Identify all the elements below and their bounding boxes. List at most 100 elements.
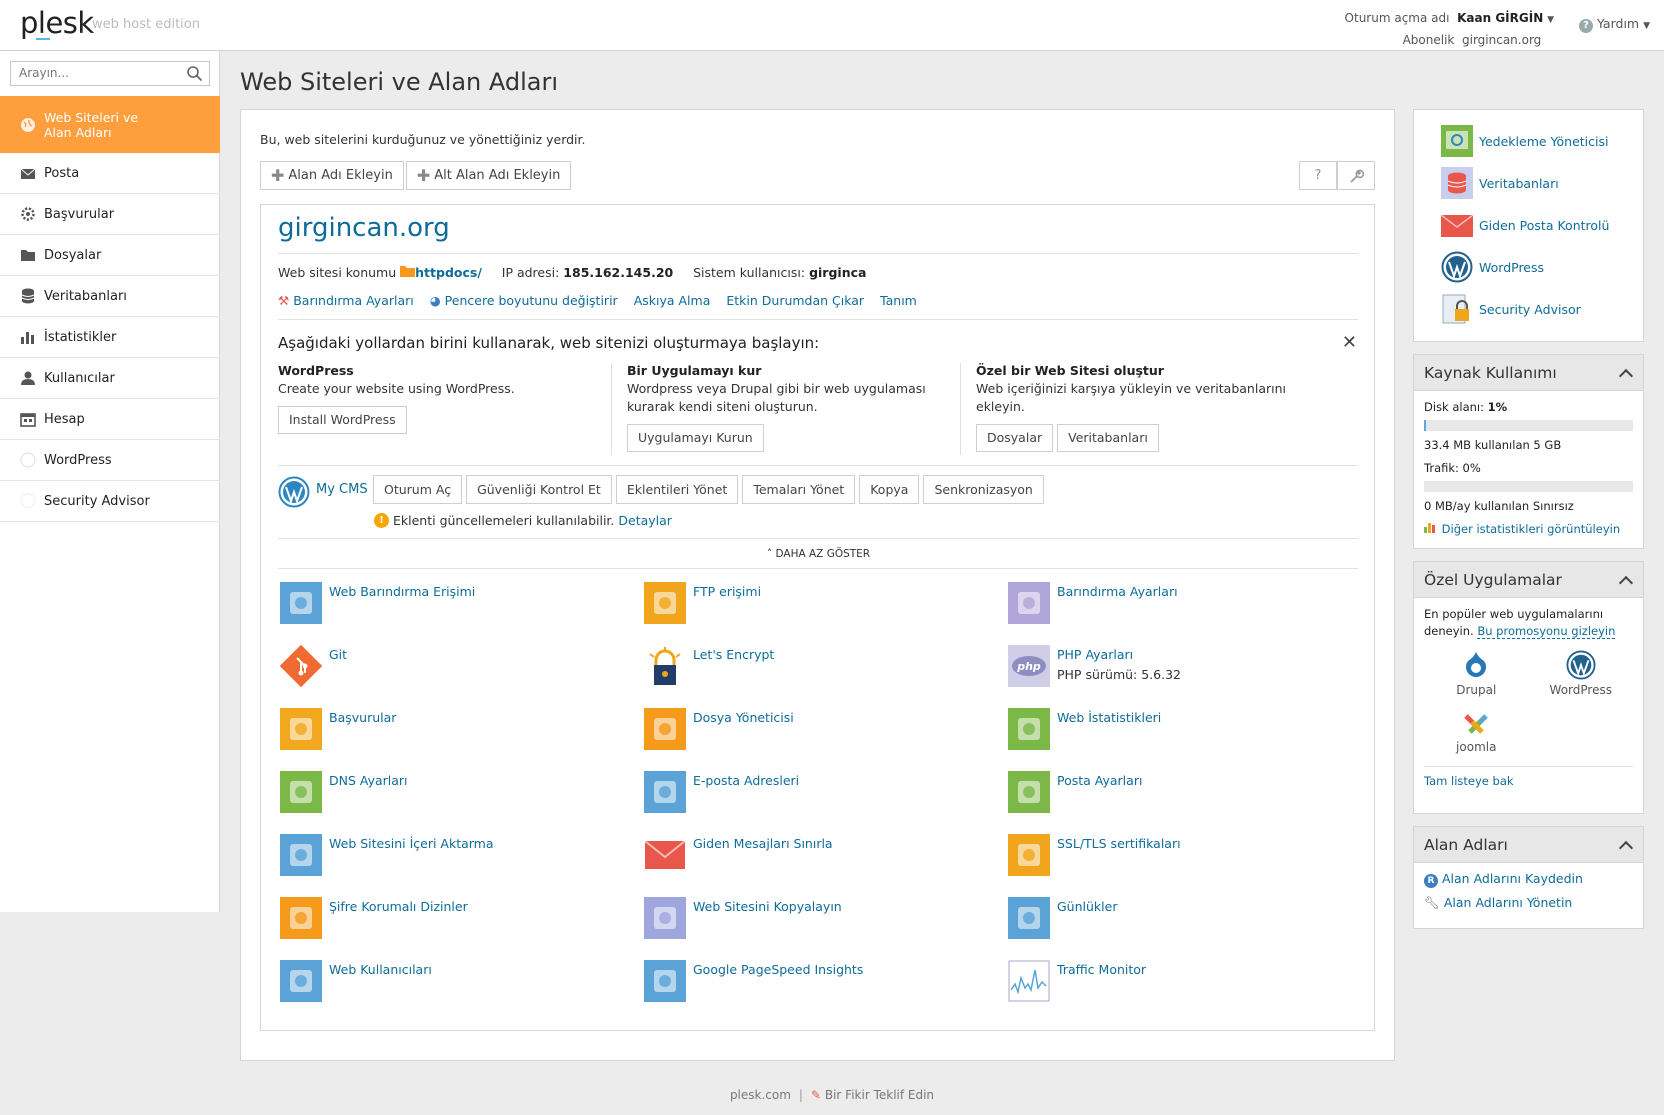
sidebar-item-mail[interactable]: Posta (0, 153, 220, 194)
sidebar-item-users[interactable]: Kullanıcılar (0, 358, 220, 399)
wp-themes-button[interactable]: Temaları Yönet (742, 475, 856, 504)
hosting-settings-link[interactable]: ⚒ Barındırma Ayarları (278, 293, 414, 308)
databases-button[interactable]: Veritabanları (1057, 424, 1159, 452)
tool-web-barındırma-erişimi[interactable]: Web Barındırma Erişimi (280, 582, 644, 645)
plesk-site-link[interactable]: plesk.com (730, 1088, 791, 1102)
panel-header[interactable]: Özel Uygulamalar (1414, 562, 1643, 598)
hide-promo-link[interactable]: Bu promosyonu gizleyin (1477, 624, 1616, 639)
description-link[interactable]: Tanım (880, 293, 917, 308)
sidebar-item-label: Kullanıcılar (44, 370, 115, 386)
add-domain-button[interactable]: ✚ Alan Adı Ekleyin (260, 161, 404, 190)
tool-web-kullanıcıları[interactable]: Web Kullanıcıları (280, 960, 644, 1023)
location-link[interactable]: httpdocs/ (415, 265, 482, 280)
full-list-link[interactable]: Tam listeye bak (1424, 774, 1514, 788)
tool-posta-ayarları[interactable]: Posta Ayarları (1008, 771, 1372, 834)
tool-web-sitesini-i-çeri-aktarma[interactable]: Web Sitesini İçeri Aktarma (280, 834, 644, 897)
tool-ssl-tls-sertifikaları[interactable]: SSL/TLS sertifikaları (1008, 834, 1372, 897)
tool-giden-mesajları-sınırla[interactable]: Giden Mesajları Sınırla (644, 834, 1008, 897)
subscription-value[interactable]: girgincan.org (1462, 30, 1554, 50)
install-wordpress-button[interactable]: Install WordPress (278, 406, 407, 434)
tool-web-i-statistikleri[interactable]: Web İstatistikleri (1008, 708, 1372, 771)
quick-link-backup[interactable]: Yedekleme Yöneticisi (1414, 120, 1643, 162)
tool-barındırma-ayarları[interactable]: Barındırma Ayarları (1008, 582, 1372, 645)
close-icon[interactable]: ✕ (1342, 332, 1357, 353)
tool-label-wrap: Web Kullanıcıları (329, 960, 432, 980)
wp-clone-button[interactable]: Kopya (859, 475, 920, 504)
search-input[interactable] (11, 62, 176, 84)
tool-başvurular[interactable]: Başvurular (280, 708, 644, 771)
plesk-logo[interactable]: plesk (20, 6, 94, 40)
app-wordpress[interactable]: WordPress (1529, 650, 1634, 699)
tool-sub: PHP sürümü: 5.6.32 (1057, 667, 1181, 682)
hosting-settings-icon (1008, 582, 1050, 624)
tool-traffic-monitor[interactable]: Traffic Monitor (1008, 960, 1372, 1023)
tool-git[interactable]: Git (279, 644, 644, 708)
tool-günlükler[interactable]: Günlükler (1008, 897, 1372, 960)
domain-name-link[interactable]: girgincan.org (278, 213, 450, 243)
quick-link-outgoing-mail[interactable]: Giden Posta Kontrolü (1414, 204, 1643, 246)
show-less-toggle[interactable]: ˄ DAHA AZ GÖSTER (261, 548, 1376, 560)
quick-link-security-advisor[interactable]: Security Advisor (1414, 288, 1643, 330)
help-menu[interactable]: ? Yardım ▼ (1579, 16, 1650, 33)
suggest-idea-link[interactable]: Bir Fikir Teklif Edin (825, 1088, 934, 1102)
website-import-icon (280, 834, 322, 876)
file-manager-icon (644, 708, 686, 750)
sidebar-item-files[interactable]: Dosyalar (0, 235, 220, 276)
search-icon[interactable] (186, 65, 203, 86)
tool-web-sitesini-kopyalayın[interactable]: Web Sitesini Kopyalayın (644, 897, 1008, 960)
wp-sync-button[interactable]: Senkronizasyon (923, 475, 1044, 504)
tool-label-wrap: Başvurular (329, 708, 396, 728)
wp-instance-link[interactable]: My CMS (316, 482, 368, 497)
more-stats-link[interactable]: Diğer istatistikleri görüntüleyin (1424, 521, 1633, 538)
panel-header[interactable]: Kaynak Kullanımı (1414, 355, 1643, 391)
panel-title: Kaynak Kullanımı (1424, 363, 1557, 382)
disk-pct: 1% (1487, 400, 1508, 414)
sidebar-item-account[interactable]: Hesap (0, 399, 220, 440)
git-icon (279, 644, 323, 688)
tools-grid: Web Barındırma Erişimi FTP erişimi Barındı… (279, 582, 1372, 1023)
app-drupal[interactable]: Drupal (1424, 650, 1529, 699)
sidebar-item-databases[interactable]: Veritabanları (0, 276, 220, 317)
quick-link-wordpress[interactable]: WordPress (1414, 246, 1643, 288)
tool-label: Başvurular (329, 710, 397, 725)
chevron-up-icon: ˄ (766, 548, 773, 560)
tool-e-posta-adresleri[interactable]: E-posta Adresleri (644, 771, 1008, 834)
dns-icon (280, 771, 322, 813)
divider (278, 568, 1358, 569)
help-button[interactable]: ? (1299, 161, 1337, 190)
details-link[interactable]: Detaylar (618, 513, 672, 528)
wrench-icon[interactable] (1337, 161, 1375, 190)
suspend-link[interactable]: Askıya Alma (634, 293, 711, 308)
tool-label: Posta Ayarları (1057, 773, 1143, 788)
tool-dosya-yöneticisi[interactable]: Dosya Yöneticisi (644, 708, 1008, 771)
install-app-button[interactable]: Uygulamayı Kurun (627, 424, 764, 452)
tool-let-s-encrypt[interactable]: Let's Encrypt (644, 645, 1008, 708)
tool-şifre-korumalı-dizinler[interactable]: Şifre Korumalı Dizinler (280, 897, 644, 960)
change-plan-link[interactable]: ◕ Pencere boyutunu değiştirir (430, 293, 618, 308)
sidebar-item-security-advisor[interactable]: Security Advisor (0, 481, 220, 522)
tool-google-pagespeed-insights[interactable]: Google PageSpeed Insights (644, 960, 1008, 1023)
sidebar-item-websites[interactable]: Web Siteleri ve Alan Adları (0, 96, 220, 153)
panel-title: Alan Adları (1424, 835, 1508, 854)
tool-php-ayarları[interactable]: php PHP Ayarları PHP sürümü: 5.6.32 (1008, 645, 1372, 708)
add-subdomain-button[interactable]: ✚ Alt Alan Adı Ekleyin (405, 161, 572, 190)
sidebar-item-statistics[interactable]: İstatistikler (0, 317, 220, 358)
sidebar-item-applications[interactable]: Başvurular (0, 194, 220, 235)
chevron-up-icon (1618, 368, 1634, 383)
register-domains-link[interactable]: R Alan Adlarını Kaydedin (1424, 867, 1633, 891)
wp-security-button[interactable]: Güvenliği Kontrol Et (466, 475, 612, 504)
wp-plugins-button[interactable]: Eklentileri Yönet (615, 475, 739, 504)
manage-domains-link[interactable]: 🔧︎ Alan Adlarını Yönetin (1424, 891, 1633, 915)
lets-encrypt-icon (644, 645, 686, 687)
files-button[interactable]: Dosyalar (976, 424, 1054, 452)
login-name[interactable]: Kaan GİRGİN (1457, 11, 1543, 25)
sidebar-item-wordpress[interactable]: WordPress (0, 440, 220, 481)
tool-ftp-erişimi[interactable]: FTP erişimi (644, 582, 1008, 645)
deactivate-link[interactable]: Etkin Durumdan Çıkar (726, 293, 864, 308)
wp-login-button[interactable]: Oturum Aç (373, 475, 463, 504)
quick-link-database[interactable]: Veritabanları (1414, 162, 1643, 204)
app-joomla[interactable]: joomla (1424, 707, 1529, 756)
panel-header[interactable]: Alan Adları (1414, 827, 1643, 863)
tool-dns-ayarları[interactable]: DNS Ayarları (280, 771, 644, 834)
protected-dirs-icon (280, 897, 322, 939)
